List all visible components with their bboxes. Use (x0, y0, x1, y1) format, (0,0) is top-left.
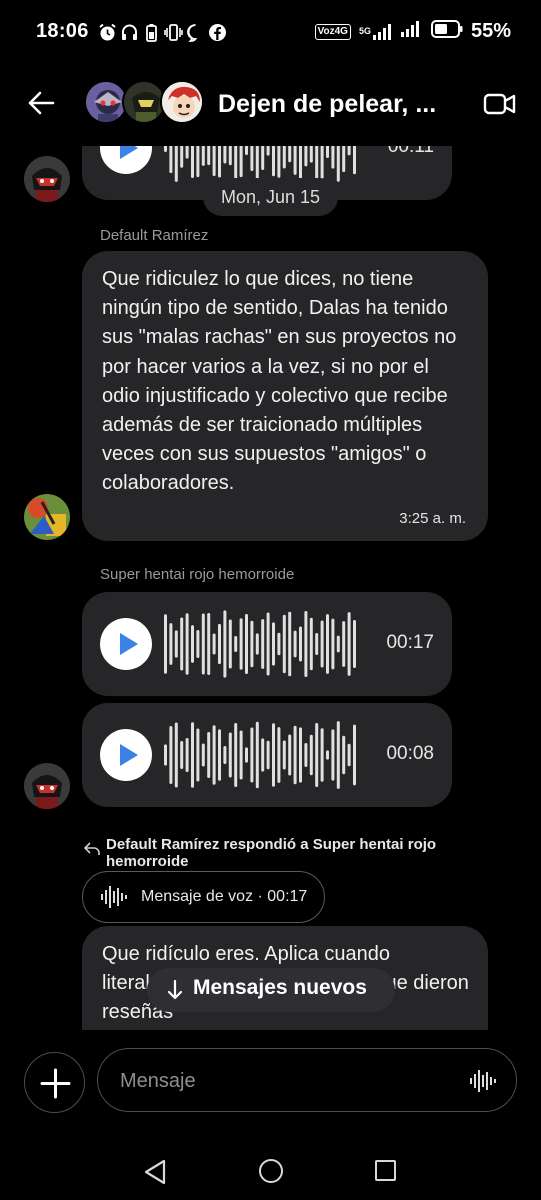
voice-message[interactable]: 00:08 (82, 703, 452, 807)
battery-percent: 55% (470, 20, 511, 42)
waveform-icon (101, 886, 127, 908)
vibrate-icon (164, 22, 183, 42)
group-avatars[interactable] (84, 80, 204, 126)
network-badge: Voz4G (314, 23, 351, 40)
voice-waveform (164, 721, 356, 789)
chat-header: Dejen de pelear, ... (0, 66, 541, 146)
text-message[interactable]: Que ridiculez lo que dices, no tiene nin… (82, 251, 488, 541)
reply-label: Default Ramírez respondió a Super hentai… (106, 836, 437, 870)
status-time: 18:06 (36, 20, 89, 42)
voice-message[interactable]: 00:17 (82, 592, 452, 696)
avatar[interactable] (24, 494, 70, 540)
chat-title[interactable]: Dejen de pelear, ... (218, 90, 436, 119)
voice-record-icon[interactable] (470, 1068, 496, 1094)
battery-saver-icon (142, 22, 161, 42)
voice-duration: 00:17 (386, 632, 434, 653)
battery-icon (430, 20, 463, 43)
quoted-voice-message[interactable]: Mensaje de voz · 00:17 (82, 871, 325, 923)
status-notification-icons (98, 22, 227, 42)
avatar[interactable] (24, 763, 70, 809)
avatar[interactable] (24, 156, 70, 202)
date-separator: Mon, Jun 15 (203, 178, 338, 216)
back-arrow-icon[interactable] (26, 88, 56, 118)
play-button[interactable] (100, 146, 152, 174)
nav-recents-icon[interactable] (375, 1160, 396, 1181)
status-bar: 18:06 Voz4G 5G 55% (0, 0, 541, 66)
message-composer[interactable] (97, 1048, 517, 1112)
sender-name: Default Ramírez (100, 227, 209, 244)
chat-bubble-icon (186, 22, 205, 42)
sender-name: Super hentai rojo hemorroide (100, 566, 295, 583)
voice-duration: 00:11 (387, 146, 434, 157)
new-messages-label: Mensajes nuevos (193, 976, 367, 999)
play-button[interactable] (100, 729, 152, 781)
video-call-icon[interactable] (483, 91, 517, 117)
message-text: Que ridiculez lo que dices, no tiene nin… (102, 268, 457, 495)
voice-waveform (164, 610, 356, 678)
quoted-text: Mensaje de voz · 00:17 (141, 888, 308, 905)
voice-duration: 00:08 (386, 743, 434, 764)
avatar (160, 80, 204, 124)
message-input[interactable] (120, 1066, 450, 1096)
status-right: Voz4G 5G 55% (314, 20, 511, 43)
nav-back-icon[interactable] (143, 1159, 167, 1185)
reply-icon (84, 842, 100, 855)
signal-bars-icon (400, 21, 423, 42)
new-messages-button[interactable]: Mensajes nuevos (147, 968, 395, 1012)
plus-icon (40, 1068, 71, 1099)
message-list[interactable]: 00:11 Mon, Jun 15 Default Ramírez Que ri… (0, 146, 541, 1030)
play-button[interactable] (100, 618, 152, 670)
signal-5g-icon: 5G (358, 23, 393, 40)
message-time: 3:25 a. m. (399, 510, 466, 527)
alarm-icon (98, 22, 117, 42)
nav-home-icon[interactable] (259, 1159, 283, 1183)
arrow-down-icon (167, 979, 183, 1000)
add-button[interactable] (24, 1052, 85, 1113)
network-gen-label: 5G (358, 25, 371, 36)
facebook-icon (208, 22, 227, 42)
headphones-icon (120, 22, 139, 42)
